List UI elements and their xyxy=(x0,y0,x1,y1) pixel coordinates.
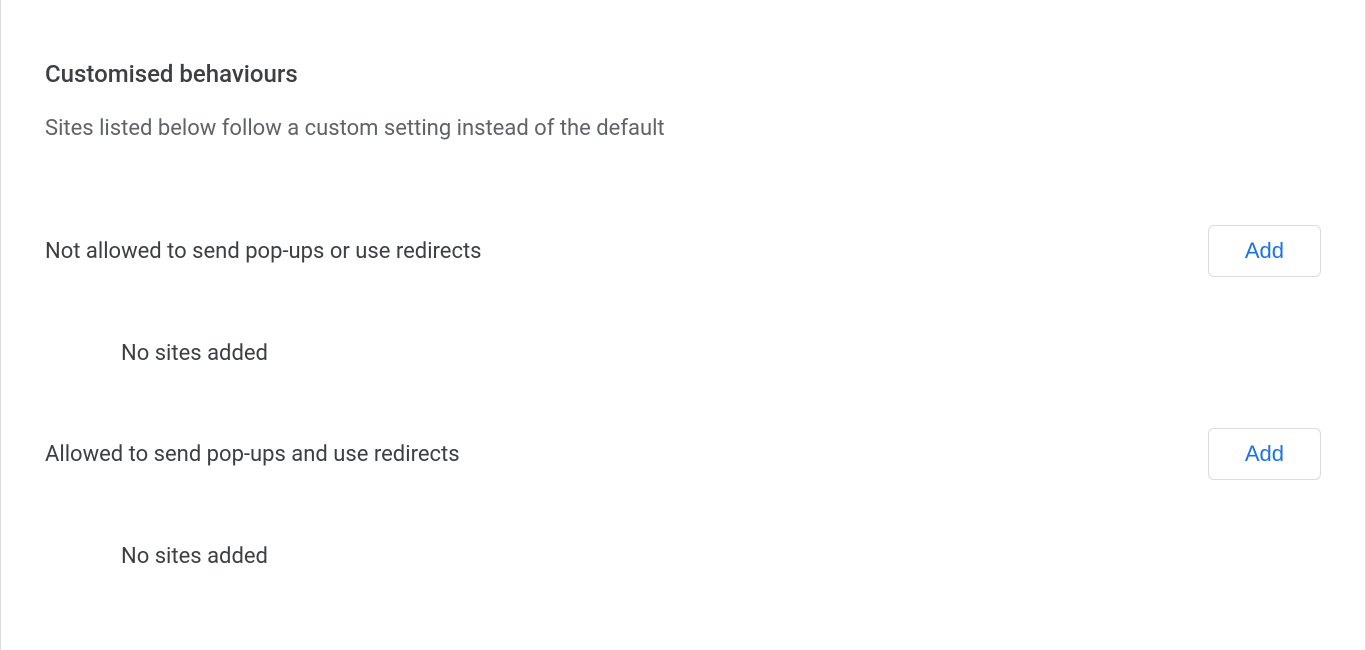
block-list-label: Not allowed to send pop-ups or use redir… xyxy=(45,239,482,264)
block-list-header-row: Not allowed to send pop-ups or use redir… xyxy=(1,219,1365,283)
settings-card: Customised behaviours Sites listed below… xyxy=(0,0,1366,650)
block-list-empty-text: No sites added xyxy=(1,341,1365,366)
add-blocked-site-button[interactable]: Add xyxy=(1208,225,1321,277)
allow-list-header-row: Allowed to send pop-ups and use redirect… xyxy=(1,422,1365,486)
allow-list-label: Allowed to send pop-ups and use redirect… xyxy=(45,442,460,467)
section-title: Customised behaviours xyxy=(1,0,1365,88)
add-allowed-site-button[interactable]: Add xyxy=(1208,428,1321,480)
allow-list-empty-text: No sites added xyxy=(1,544,1365,569)
section-subtitle: Sites listed below follow a custom setti… xyxy=(1,88,1365,141)
